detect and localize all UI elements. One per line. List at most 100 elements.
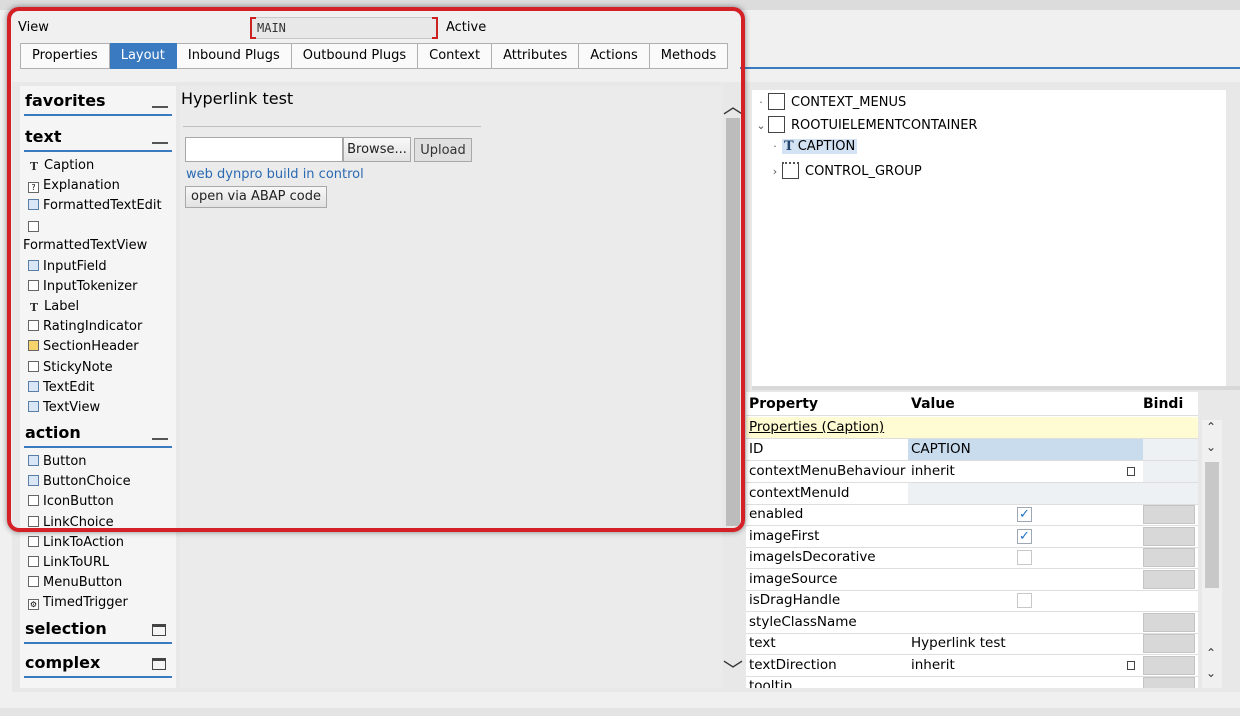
- enabled-checkbox[interactable]: ✓: [1017, 507, 1032, 522]
- tab-underline: [740, 67, 1240, 69]
- property-section-title[interactable]: Properties (Caption): [749, 417, 1189, 438]
- palette-item-linktoaction[interactable]: LinkToAction: [20, 533, 176, 553]
- tree-node-label: ROOTUIELEMENTCONTAINER: [791, 118, 978, 133]
- property-row-styleclassname[interactable]: styleClassName: [746, 612, 1198, 634]
- dropdown-icon[interactable]: [1127, 467, 1135, 476]
- binding-button[interactable]: [1143, 570, 1195, 589]
- property-value[interactable]: [908, 676, 1143, 688]
- palette-header-complex[interactable]: complex: [24, 648, 172, 678]
- property-name: imageFirst: [749, 528, 820, 544]
- property-row-contextmenuid[interactable]: contextMenuId: [746, 483, 1198, 505]
- tree-node-root[interactable]: ⌄ ROOTUIELEMENTCONTAINER: [754, 116, 977, 133]
- binding-cell: [1143, 439, 1198, 460]
- binding-cell: [1143, 461, 1198, 482]
- property-value[interactable]: [908, 612, 1143, 633]
- scroll-up-icon[interactable]: ⌃: [1206, 420, 1216, 434]
- palette-item-label: LinkToAction: [43, 534, 125, 550]
- property-value-dropdown[interactable]: inherit: [908, 655, 1143, 676]
- property-name: styleClassName: [749, 614, 857, 630]
- tree-node-label: CONTROL_GROUP: [805, 164, 922, 179]
- property-name: textDirection: [749, 657, 837, 673]
- scroll-down-icon[interactable]: ⌄: [1206, 666, 1216, 680]
- palette-item-linktourl[interactable]: LinkToURL: [20, 553, 176, 573]
- property-row-isdraghandle[interactable]: isDragHandle: [746, 590, 1198, 612]
- property-section-row: Properties (Caption): [746, 417, 1198, 439]
- element-tree: · CONTEXT_MENUS ⌄ ROOTUIELEMENTCONTAINER ·…: [752, 90, 1226, 386]
- chevron-down-icon[interactable]: ﹀: [723, 654, 743, 683]
- property-name: enabled: [749, 506, 804, 522]
- tree-node-caption[interactable]: · T CAPTION: [768, 139, 858, 154]
- container-icon: [768, 116, 785, 133]
- property-row-imagefirst[interactable]: imageFirst ✓: [746, 526, 1198, 548]
- property-value[interactable]: Hyperlink test: [908, 633, 1143, 654]
- tree-node-context-menus[interactable]: · CONTEXT_MENUS: [754, 93, 906, 110]
- binding-button[interactable]: [1143, 527, 1195, 546]
- binding-button[interactable]: [1143, 656, 1195, 675]
- group-icon: [782, 162, 799, 179]
- property-value[interactable]: [908, 483, 1143, 504]
- dropdown-icon[interactable]: [1127, 661, 1135, 670]
- palette-group-selection: selection: [20, 614, 176, 644]
- link-to-action-icon: [28, 535, 39, 547]
- maximize-icon[interactable]: [152, 657, 166, 670]
- property-name: text: [749, 635, 776, 651]
- property-value[interactable]: [908, 569, 1143, 590]
- leaf-dot-icon: ·: [773, 140, 777, 153]
- isdraghandle-checkbox[interactable]: [1017, 593, 1032, 608]
- property-value-dropdown[interactable]: inherit: [908, 461, 1143, 482]
- imageisdecorative-checkbox[interactable]: [1017, 550, 1032, 565]
- chevron-right-icon[interactable]: ›: [768, 165, 782, 178]
- pane-splitter[interactable]: [752, 386, 1240, 390]
- property-grid: Property Value Bindi Properties (Caption…: [746, 392, 1198, 688]
- binding-button[interactable]: [1143, 613, 1195, 632]
- leaf-dot-icon: ·: [759, 96, 763, 109]
- palette-group-complex: complex: [20, 648, 176, 678]
- property-row-tooltip[interactable]: tooltip: [746, 676, 1198, 688]
- property-name: tooltip: [749, 678, 793, 688]
- tree-node-control-group[interactable]: › CONTROL_GROUP: [768, 162, 922, 179]
- property-value[interactable]: CAPTION: [908, 439, 1143, 460]
- palette-item-menubutton[interactable]: MenuButton: [20, 573, 176, 593]
- scroll-up-icon[interactable]: ⌃: [1206, 646, 1216, 660]
- property-name: imageIsDecorative: [749, 549, 876, 565]
- property-row-text[interactable]: text Hyperlink test: [746, 633, 1198, 655]
- menu-button-icon: [28, 576, 39, 588]
- property-name: contextMenuId: [749, 485, 850, 501]
- column-header-property[interactable]: Property: [749, 392, 907, 413]
- palette-item-timedtrigger[interactable]: ⚙ TimedTrigger: [20, 593, 176, 613]
- property-name: imageSource: [749, 571, 838, 587]
- imagefirst-checkbox[interactable]: ✓: [1017, 529, 1032, 544]
- property-grid-header: Property Value Bindi: [746, 392, 1198, 416]
- palette-title: selection: [25, 618, 107, 638]
- property-grid-scroll-thumb[interactable]: [1205, 462, 1219, 588]
- palette-header-selection[interactable]: selection: [24, 614, 172, 644]
- column-header-binding[interactable]: Bindi: [1143, 392, 1198, 413]
- scroll-down-icon[interactable]: ⌄: [1206, 440, 1216, 454]
- tree-node-label: CAPTION: [797, 139, 856, 154]
- property-row-imagesource[interactable]: imageSource: [746, 569, 1198, 591]
- palette-item-label: LinkToURL: [43, 555, 110, 570]
- container-icon: [768, 93, 785, 110]
- property-name: isDragHandle: [749, 592, 841, 608]
- link-to-url-icon: [28, 556, 39, 567]
- chevron-down-icon[interactable]: ⌄: [754, 119, 768, 132]
- maximize-icon[interactable]: [152, 623, 166, 636]
- property-value: inherit: [911, 657, 955, 673]
- timed-trigger-icon: ⚙: [28, 599, 39, 611]
- property-row-textdirection[interactable]: textDirection inherit: [746, 655, 1198, 677]
- property-row-id[interactable]: ID CAPTION: [746, 439, 1198, 461]
- property-row-contextmenubehaviour[interactable]: contextMenuBehaviour inherit: [746, 461, 1198, 483]
- palette-item-label: TimedTrigger: [43, 595, 128, 611]
- binding-button[interactable]: [1143, 677, 1195, 688]
- tree-node-selected: T CAPTION: [782, 139, 858, 154]
- property-row-imageisdecorative[interactable]: imageIsDecorative: [746, 547, 1198, 569]
- caption-icon: T: [784, 139, 794, 154]
- palette-item-label: MenuButton: [43, 575, 123, 591]
- property-name: ID: [749, 441, 764, 457]
- binding-button[interactable]: [1143, 548, 1195, 567]
- palette-title: complex: [25, 652, 101, 672]
- column-header-value[interactable]: Value: [908, 392, 1143, 413]
- binding-button[interactable]: [1143, 505, 1195, 524]
- binding-button[interactable]: [1143, 634, 1195, 653]
- property-row-enabled[interactable]: enabled ✓: [746, 504, 1198, 526]
